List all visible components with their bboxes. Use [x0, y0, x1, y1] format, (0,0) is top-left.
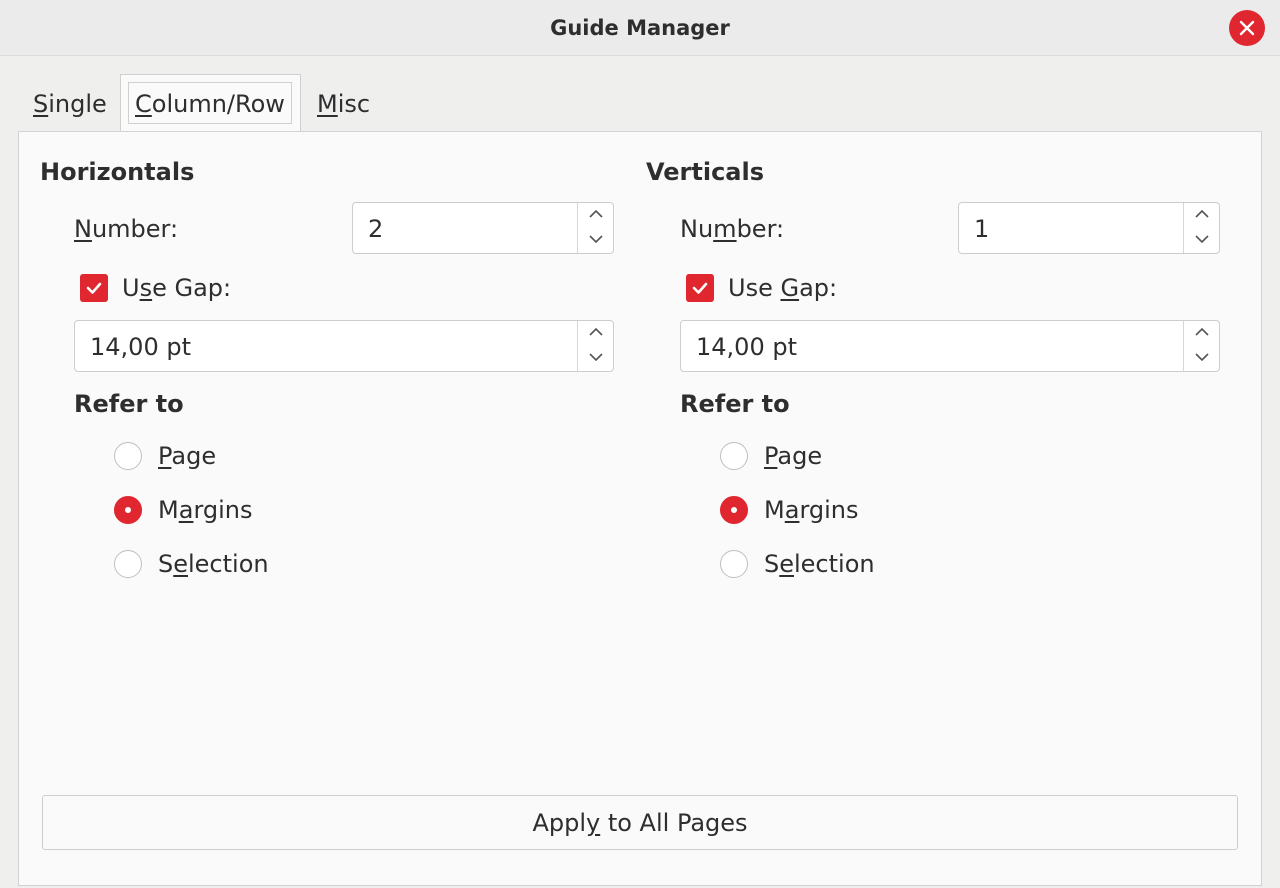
- verticals-radio-page[interactable]: [720, 442, 748, 470]
- verticals-radio-page-label[interactable]: Page: [764, 442, 822, 470]
- chevron-down-icon[interactable]: [1194, 351, 1210, 363]
- title-bar: Guide Manager: [0, 0, 1280, 56]
- chevron-up-icon[interactable]: [588, 208, 604, 220]
- verticals-radio-selection[interactable]: [720, 550, 748, 578]
- verticals-radio-margins-label[interactable]: Margins: [764, 496, 859, 524]
- tab-column-row-mnemonic: C: [135, 90, 152, 118]
- horizontals-number-arrows[interactable]: [577, 203, 613, 253]
- horizontals-radio-page[interactable]: [114, 442, 142, 470]
- verticals-radio-margins[interactable]: [720, 496, 748, 524]
- verticals-gap-value: 14,00 pt: [696, 333, 797, 361]
- horizontals-radio-selection-label[interactable]: Selection: [158, 550, 269, 578]
- chevron-up-icon[interactable]: [588, 326, 604, 338]
- tab-column-row[interactable]: Column/Row: [135, 90, 285, 118]
- apply-to-all-pages-label: Apply to All Pages: [532, 809, 748, 837]
- horizontals-number-spinbox[interactable]: 2: [352, 202, 614, 254]
- verticals-refer-to-title: Refer to: [680, 390, 790, 418]
- horizontals-gap-spinbox[interactable]: 14,00 pt: [74, 320, 614, 372]
- horizontals-number-label: Number:: [74, 215, 179, 243]
- horizontals-radio-selection[interactable]: [114, 550, 142, 578]
- chevron-up-icon[interactable]: [1194, 208, 1210, 220]
- horizontals-radio-page-label[interactable]: Page: [158, 442, 216, 470]
- verticals-gap-spinbox[interactable]: 14,00 pt: [680, 320, 1220, 372]
- tab-misc-mnemonic: M: [317, 90, 338, 118]
- chevron-up-icon[interactable]: [1194, 326, 1210, 338]
- tab-misc-rest: isc: [337, 90, 371, 118]
- horizontals-use-gap-checkbox[interactable]: [80, 274, 108, 302]
- verticals-use-gap-label[interactable]: Use Gap:: [728, 274, 837, 302]
- horizontals-refer-to-title: Refer to: [74, 390, 184, 418]
- tab-single-rest: ingle: [48, 90, 107, 118]
- horizontals-use-gap-label[interactable]: Use Gap:: [122, 274, 231, 302]
- horizontals-gap-arrows[interactable]: [577, 321, 613, 371]
- chevron-down-icon[interactable]: [588, 233, 604, 245]
- horizontals-gap-value: 14,00 pt: [90, 333, 191, 361]
- window-title: Guide Manager: [550, 16, 730, 40]
- chevron-down-icon[interactable]: [588, 351, 604, 363]
- tab-misc[interactable]: Misc: [317, 90, 370, 118]
- verticals-radio-selection-label[interactable]: Selection: [764, 550, 875, 578]
- verticals-number-value: 1: [974, 215, 990, 243]
- tab-single[interactable]: Single: [33, 90, 107, 118]
- tab-single-mnemonic: S: [33, 90, 49, 118]
- tab-column-row-rest: olumn/Row: [151, 90, 285, 118]
- verticals-gap-arrows[interactable]: [1183, 321, 1219, 371]
- horizontals-number-value: 2: [368, 215, 384, 243]
- apply-to-all-pages-button[interactable]: Apply to All Pages: [42, 795, 1238, 850]
- horizontals-radio-margins-label[interactable]: Margins: [158, 496, 253, 524]
- verticals-title: Verticals: [646, 158, 765, 186]
- check-icon: [692, 282, 708, 294]
- horizontals-radio-margins[interactable]: [114, 496, 142, 524]
- verticals-number-arrows[interactable]: [1183, 203, 1219, 253]
- horizontals-title: Horizontals: [40, 158, 195, 186]
- verticals-number-spinbox[interactable]: 1: [958, 202, 1220, 254]
- check-icon: [86, 282, 102, 294]
- close-icon: [1239, 20, 1255, 36]
- verticals-use-gap-checkbox[interactable]: [686, 274, 714, 302]
- close-button[interactable]: [1229, 10, 1265, 46]
- chevron-down-icon[interactable]: [1194, 233, 1210, 245]
- verticals-number-label: Number:: [680, 215, 785, 243]
